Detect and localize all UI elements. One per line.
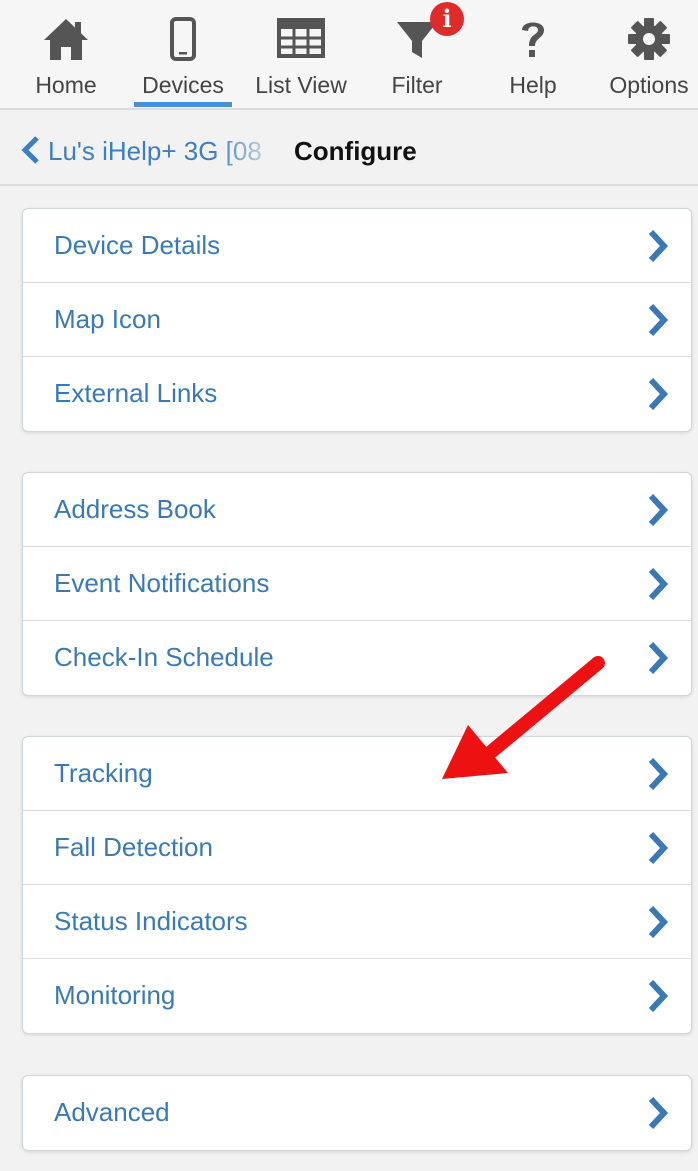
- chevron-right-icon: [648, 377, 669, 411]
- active-tab-indicator: [134, 102, 232, 107]
- settings-group-4: Advanced: [22, 1075, 692, 1151]
- menu-item-label: Fall Detection: [54, 832, 213, 862]
- menu-item-label: Status Indicators: [54, 906, 248, 936]
- chevron-right-icon: [648, 905, 669, 939]
- top-toolbar: Home Devices List View Filter i Help Opt…: [0, 0, 698, 110]
- menu-item-event-notifications[interactable]: Event Notifications: [23, 547, 691, 621]
- chevron-right-icon: [648, 979, 669, 1013]
- filter-label: Filter: [391, 72, 443, 98]
- menu-item-label: Monitoring: [54, 980, 176, 1010]
- chevron-right-icon: [648, 641, 669, 675]
- page-title: Configure: [294, 136, 417, 166]
- phone-icon: [170, 17, 196, 61]
- menu-item-label: Check-In Schedule: [54, 642, 274, 672]
- breadcrumb: Lu's iHelp+ 3G [08 Configure: [0, 112, 698, 186]
- chevron-right-icon: [648, 831, 669, 865]
- help-button[interactable]: Help: [486, 0, 580, 108]
- home-button[interactable]: Home: [0, 0, 132, 108]
- filter-info-badge: i: [430, 2, 464, 36]
- chevron-right-icon: [648, 303, 669, 337]
- chevron-right-icon: [648, 567, 669, 601]
- menu-item-device-details[interactable]: Device Details: [23, 209, 691, 283]
- breadcrumb-fade: [214, 134, 290, 168]
- chevron-right-icon: [648, 229, 669, 263]
- home-icon: [44, 19, 88, 60]
- grid-icon: [277, 18, 325, 58]
- menu-item-fall-detection[interactable]: Fall Detection: [23, 811, 691, 885]
- menu-item-address-book[interactable]: Address Book: [23, 473, 691, 547]
- menu-item-label: Map Icon: [54, 304, 161, 334]
- list-view-label: List View: [255, 72, 347, 98]
- menu-item-external-links[interactable]: External Links: [23, 357, 691, 431]
- chevron-right-icon: [648, 1096, 669, 1130]
- menu-item-label: External Links: [54, 378, 218, 408]
- menu-item-label: Advanced: [54, 1097, 170, 1127]
- options-button[interactable]: Options: [600, 0, 698, 108]
- question-icon: [522, 22, 544, 57]
- settings-group-1: Device Details Map Icon External Links: [22, 208, 692, 432]
- menu-item-label: Event Notifications: [54, 568, 270, 598]
- annotation-arrow-icon: [442, 656, 605, 779]
- menu-item-advanced[interactable]: Advanced: [23, 1076, 691, 1150]
- menu-item-map-icon[interactable]: Map Icon: [23, 283, 691, 357]
- devices-label: Devices: [142, 72, 224, 98]
- home-label: Home: [35, 72, 97, 98]
- chevron-right-icon: [648, 757, 669, 791]
- list-view-button[interactable]: List View: [238, 0, 364, 108]
- chevron-left-icon: [21, 136, 39, 164]
- help-label: Help: [509, 72, 557, 98]
- chevron-right-icon: [648, 493, 669, 527]
- menu-item-status-indicators[interactable]: Status Indicators: [23, 885, 691, 959]
- menu-item-label: Tracking: [54, 758, 153, 788]
- menu-item-monitoring[interactable]: Monitoring: [23, 959, 691, 1033]
- gear-icon: [628, 18, 670, 60]
- menu-item-label: Address Book: [54, 494, 216, 524]
- devices-button[interactable]: Devices: [132, 0, 234, 108]
- menu-item-label: Device Details: [54, 230, 221, 260]
- options-label: Options: [609, 72, 689, 98]
